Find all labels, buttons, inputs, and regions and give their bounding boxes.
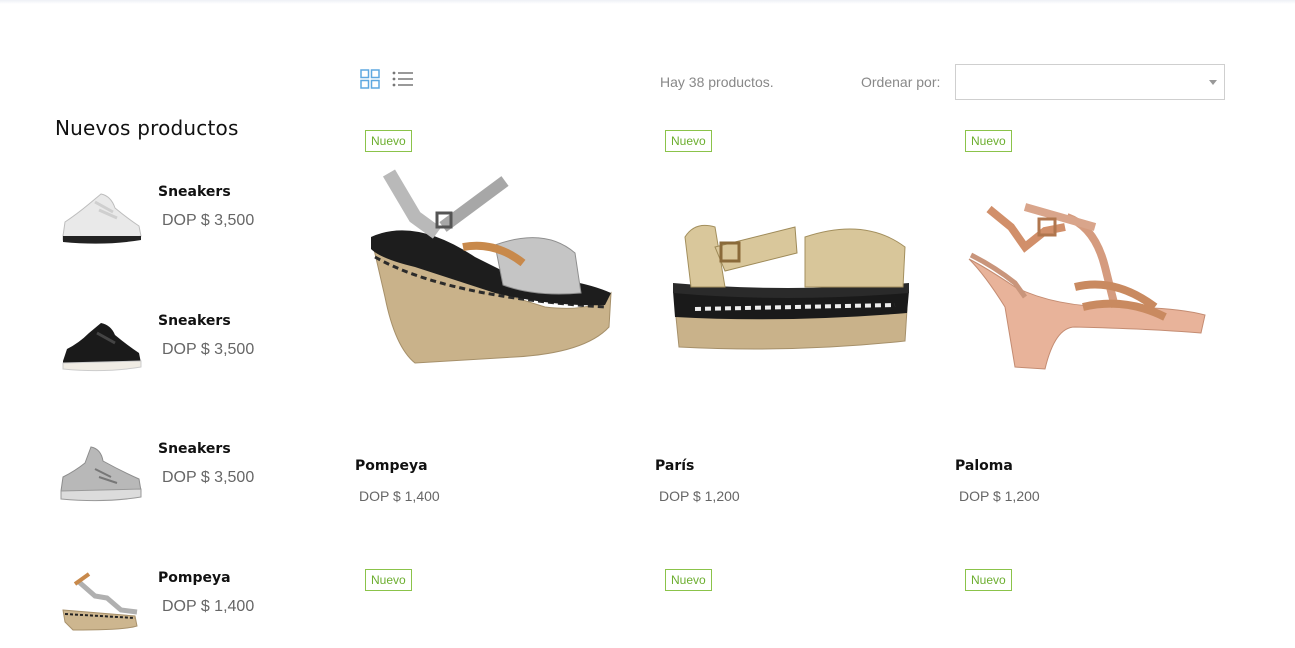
sidebar-product[interactable]: Pompeya DOP $ 1,400 — [55, 570, 315, 648]
product-card[interactable]: Nuevo — [655, 556, 935, 648]
product-card[interactable]: Nuevo Paloma DOP $ 1,200 — [955, 117, 1235, 537]
grid-view-icon[interactable] — [360, 69, 380, 89]
silver-espadrille-wedge-image[interactable] — [355, 157, 625, 397]
list-view-icon[interactable] — [392, 70, 414, 88]
product-card[interactable]: Nuevo — [955, 556, 1235, 648]
new-badge: Nuevo — [665, 569, 712, 591]
sidebar-title: Nuevos productos — [55, 116, 239, 140]
chevron-down-icon — [1209, 80, 1217, 85]
sidebar-product-name[interactable]: Pompeya — [158, 570, 231, 586]
product-count: Hay 38 productos. — [660, 74, 774, 90]
sidebar-product[interactable]: Sneakers DOP $ 3,500 — [55, 184, 315, 274]
gold-flatform-sandal-image[interactable] — [655, 157, 925, 397]
product-card[interactable]: Nuevo — [355, 556, 635, 648]
product-price: DOP $ 1,400 — [359, 488, 440, 504]
product-name[interactable]: París — [655, 458, 694, 474]
grey-sneaker-image[interactable] — [55, 441, 145, 511]
new-badge: Nuevo — [965, 130, 1012, 152]
sidebar-product-name[interactable]: Sneakers — [158, 313, 231, 329]
sort-label: Ordenar por: — [861, 74, 941, 90]
rose-gold-wedge-image[interactable] — [955, 157, 1225, 397]
sidebar-product-price: DOP $ 3,500 — [162, 469, 255, 486]
product-card[interactable]: Nuevo París DOP $ 1,200 — [655, 117, 935, 537]
sort-select[interactable] — [955, 64, 1225, 100]
sidebar-product-name[interactable]: Sneakers — [158, 184, 231, 200]
new-badge: Nuevo — [665, 130, 712, 152]
product-price: DOP $ 1,200 — [659, 488, 740, 504]
new-badge: Nuevo — [965, 569, 1012, 591]
sidebar-product[interactable]: Sneakers DOP $ 3,500 — [55, 441, 315, 531]
silver-wedge-image[interactable] — [55, 570, 145, 640]
header-shadow — [0, 0, 1295, 4]
sidebar-product[interactable]: Sneakers DOP $ 3,500 — [55, 313, 315, 403]
product-name[interactable]: Paloma — [955, 458, 1013, 474]
product-price: DOP $ 1,200 — [959, 488, 1040, 504]
sidebar-product-price: DOP $ 3,500 — [162, 341, 255, 358]
black-sneaker-image[interactable] — [55, 313, 145, 383]
sidebar-product-price: DOP $ 3,500 — [162, 212, 255, 229]
product-name[interactable]: Pompeya — [355, 458, 428, 474]
sidebar-product-price: DOP $ 1,400 — [162, 598, 255, 615]
new-badge: Nuevo — [365, 130, 412, 152]
white-sneaker-image[interactable] — [55, 184, 145, 254]
product-card[interactable]: Nuevo Pompeya DOP $ 1,400 — [355, 117, 635, 537]
new-badge: Nuevo — [365, 569, 412, 591]
new-products-sidebar: Nuevos productos Sneakers DOP $ 3,500 Sn… — [55, 116, 315, 631]
sidebar-product-name[interactable]: Sneakers — [158, 441, 231, 457]
